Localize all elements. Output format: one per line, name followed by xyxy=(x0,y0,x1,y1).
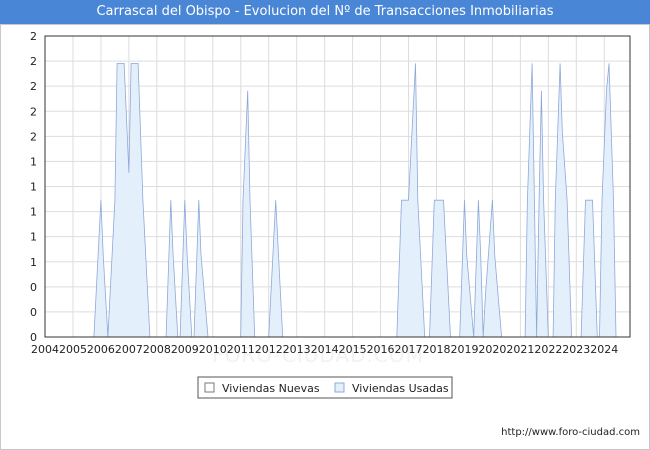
x-tick-label: 2024 xyxy=(590,343,618,356)
x-tick-label: 2022 xyxy=(534,343,562,356)
x-tick-label: 2005 xyxy=(59,343,87,356)
y-axis-ticks: 0001111122222 xyxy=(30,30,37,344)
y-tick-label: 1 xyxy=(30,256,37,269)
x-tick-label: 2012 xyxy=(255,343,283,356)
legend-swatch-usadas xyxy=(334,382,345,393)
y-tick-label: 2 xyxy=(30,130,37,143)
x-tick-label: 2010 xyxy=(199,343,227,356)
x-tick-label: 2021 xyxy=(506,343,534,356)
x-tick-label: 2023 xyxy=(562,343,590,356)
y-tick-label: 0 xyxy=(30,306,37,319)
chart-svg: FORO-CIUDAD.COM 0001111122222 2004 2005 20… xyxy=(30,30,631,399)
x-tick-label: 2006 xyxy=(87,343,115,356)
y-tick-label: 1 xyxy=(30,231,37,244)
legend-label-usadas: Viviendas Usadas xyxy=(352,382,449,395)
y-tick-label: 2 xyxy=(30,30,37,43)
x-tick-label: 2011 xyxy=(227,343,255,356)
x-tick-label: 2014 xyxy=(311,343,339,356)
plot-area xyxy=(93,63,617,338)
x-tick-label: 2015 xyxy=(339,343,367,356)
legend: Viviendas Nuevas Viviendas Usadas xyxy=(197,376,453,399)
series-area-1 xyxy=(93,63,617,338)
y-tick-label: 2 xyxy=(30,105,37,118)
x-tick-label: 2013 xyxy=(283,343,311,356)
y-tick-label: 1 xyxy=(30,181,37,194)
x-tick-label: 2018 xyxy=(422,343,450,356)
x-tick-label: 2020 xyxy=(478,343,506,356)
x-tick-label: 2016 xyxy=(367,343,395,356)
y-tick-label: 2 xyxy=(30,55,37,68)
y-tick-label: 1 xyxy=(30,206,37,219)
y-tick-label: 2 xyxy=(30,80,37,93)
y-tick-label: 1 xyxy=(30,155,37,168)
x-tick-label: 2008 xyxy=(143,343,171,356)
x-tick-label: 2007 xyxy=(115,343,143,356)
source-url: http://www.foro-ciudad.com xyxy=(501,427,640,438)
x-tick-label: 2009 xyxy=(171,343,199,356)
x-axis-ticks: 2004 2005 2006 2007 2008 2009 2010 2011 2012 2013… xyxy=(31,343,618,356)
y-tick-label: 0 xyxy=(30,281,37,294)
legend-label-nuevas: Viviendas Nuevas xyxy=(222,382,320,395)
x-tick-label: 2019 xyxy=(450,343,478,356)
x-tick-label: 2004 xyxy=(31,343,59,356)
x-tick-label: 2017 xyxy=(395,343,423,356)
legend-swatch-nuevas xyxy=(204,382,215,393)
